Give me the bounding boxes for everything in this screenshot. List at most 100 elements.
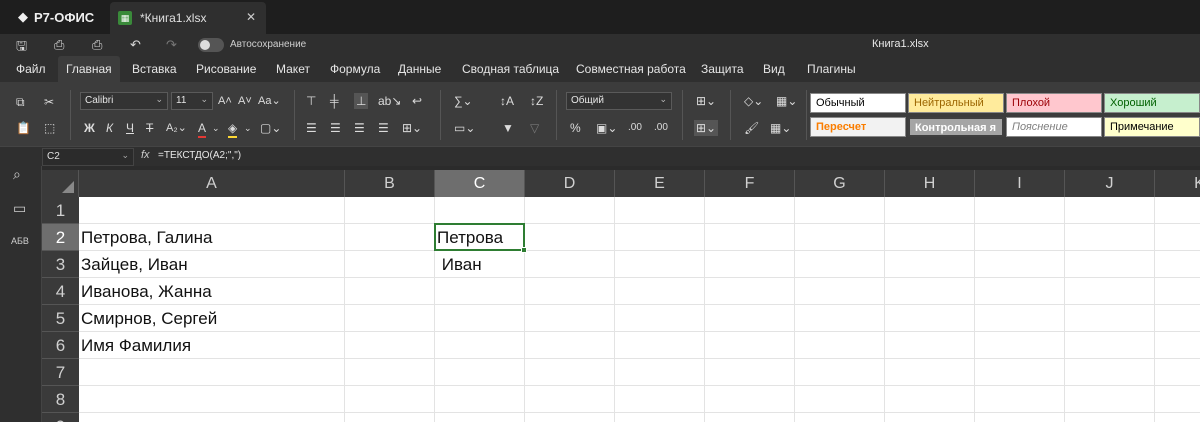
cell-g9[interactable]: [795, 413, 885, 422]
chevron-down-icon[interactable]: ⌄: [244, 120, 252, 136]
cell-b9[interactable]: [345, 413, 435, 422]
cell-a7[interactable]: [79, 359, 345, 386]
cell-d6[interactable]: [525, 332, 615, 359]
delete-cells-icon[interactable]: ⊞⌄: [694, 120, 719, 136]
row-header-1[interactable]: 1: [42, 197, 79, 224]
clear-filter-icon[interactable]: ▽: [530, 120, 539, 136]
cell-c1[interactable]: [435, 197, 525, 224]
cell-h5[interactable]: [885, 305, 975, 332]
column-header-e[interactable]: E: [615, 170, 705, 197]
cell-j4[interactable]: [1065, 278, 1155, 305]
row-header-7[interactable]: 7: [42, 359, 79, 386]
merge-cells-icon[interactable]: ⊞⌄: [402, 120, 422, 136]
cell-c8[interactable]: [435, 386, 525, 413]
increase-decimal-icon[interactable]: .00: [654, 120, 668, 136]
cell-f6[interactable]: [705, 332, 795, 359]
increase-font-icon[interactable]: A˄: [218, 93, 232, 109]
cell-k3[interactable]: [1155, 251, 1200, 278]
filter-icon[interactable]: ▼: [502, 120, 514, 136]
cell-i6[interactable]: [975, 332, 1065, 359]
cell-g4[interactable]: [795, 278, 885, 305]
cell-k8[interactable]: [1155, 386, 1200, 413]
style-bad[interactable]: Плохой: [1006, 93, 1102, 113]
cell-k9[interactable]: [1155, 413, 1200, 422]
cell-d9[interactable]: [525, 413, 615, 422]
font-name-select[interactable]: Calibri ⌄: [80, 92, 168, 110]
cell-e1[interactable]: [615, 197, 705, 224]
spellcheck-icon[interactable]: АБВ: [11, 236, 29, 246]
borders-icon[interactable]: ▢⌄: [260, 120, 281, 136]
spreadsheet-grid[interactable]: ABCDEFGHIJK 123456789 Петрова, Галина Пет…: [42, 170, 1200, 422]
cell-g1[interactable]: [795, 197, 885, 224]
cell-k1[interactable]: [1155, 197, 1200, 224]
tab-view[interactable]: Вид: [755, 56, 793, 82]
subscript-icon[interactable]: A₂⌄: [166, 120, 187, 136]
cell-a8[interactable]: [79, 386, 345, 413]
cell-c3[interactable]: Иван: [435, 251, 525, 278]
cell-h1[interactable]: [885, 197, 975, 224]
cell-j9[interactable]: [1065, 413, 1155, 422]
cell-f4[interactable]: [705, 278, 795, 305]
cell-h6[interactable]: [885, 332, 975, 359]
cell-b2[interactable]: [345, 224, 435, 251]
font-color-icon[interactable]: A: [198, 120, 207, 138]
column-header-b[interactable]: B: [345, 170, 435, 197]
cell-h7[interactable]: [885, 359, 975, 386]
cell-f7[interactable]: [705, 359, 795, 386]
style-normal[interactable]: Обычный: [810, 93, 906, 113]
align-middle-icon[interactable]: ╪: [330, 93, 339, 109]
tab-collaboration[interactable]: Совместная работа: [568, 56, 694, 82]
close-tab-icon[interactable]: ✕: [246, 10, 256, 24]
cell-h3[interactable]: [885, 251, 975, 278]
insert-cells-icon[interactable]: ⊞⌄: [696, 93, 716, 109]
cell-i2[interactable]: [975, 224, 1065, 251]
tab-home[interactable]: Главная: [58, 56, 120, 82]
cell-b1[interactable]: [345, 197, 435, 224]
column-header-g[interactable]: G: [795, 170, 885, 197]
cell-k4[interactable]: [1155, 278, 1200, 305]
column-header-k[interactable]: K: [1155, 170, 1200, 197]
style-good[interactable]: Хороший: [1104, 93, 1200, 113]
tab-formula[interactable]: Формула: [322, 56, 388, 82]
align-right-icon[interactable]: ☰: [354, 120, 365, 136]
cell-h9[interactable]: [885, 413, 975, 422]
cell-e9[interactable]: [615, 413, 705, 422]
column-header-a[interactable]: A: [79, 170, 345, 197]
tab-protection[interactable]: Защита: [693, 56, 752, 82]
cell-k7[interactable]: [1155, 359, 1200, 386]
align-left-icon[interactable]: ☰: [306, 120, 317, 136]
select-all-corner[interactable]: [42, 170, 79, 197]
cell-e3[interactable]: [615, 251, 705, 278]
tab-file[interactable]: Файл: [8, 56, 54, 82]
decrease-font-icon[interactable]: A˅: [238, 93, 252, 109]
cell-j1[interactable]: [1065, 197, 1155, 224]
cell-g6[interactable]: [795, 332, 885, 359]
italic-icon[interactable]: К: [106, 120, 113, 136]
row-header-3[interactable]: 3: [42, 251, 79, 278]
named-ranges-icon[interactable]: ▭⌄: [454, 120, 475, 136]
column-header-h[interactable]: H: [885, 170, 975, 197]
align-bottom-icon[interactable]: ⊥: [354, 93, 369, 109]
comments-icon[interactable]: ▭: [13, 200, 26, 217]
row-header-8[interactable]: 8: [42, 386, 79, 413]
fill-handle[interactable]: [521, 247, 527, 253]
conditional-format-icon[interactable]: ▦⌄: [776, 93, 797, 109]
cell-f9[interactable]: [705, 413, 795, 422]
autosave-toggle[interactable]: [198, 38, 224, 52]
cell-h2[interactable]: [885, 224, 975, 251]
column-header-j[interactable]: J: [1065, 170, 1155, 197]
cell-e2[interactable]: [615, 224, 705, 251]
cell-f1[interactable]: [705, 197, 795, 224]
align-center-icon[interactable]: ☰: [330, 120, 341, 136]
cell-j5[interactable]: [1065, 305, 1155, 332]
column-header-d[interactable]: D: [525, 170, 615, 197]
percent-icon[interactable]: %: [570, 120, 581, 136]
style-neutral[interactable]: Нейтральный: [908, 93, 1004, 113]
decrease-decimal-icon[interactable]: .00: [628, 120, 642, 136]
tab-pivot-table[interactable]: Сводная таблица: [454, 56, 567, 82]
cell-j7[interactable]: [1065, 359, 1155, 386]
cell-b6[interactable]: [345, 332, 435, 359]
cell-d7[interactable]: [525, 359, 615, 386]
column-header-f[interactable]: F: [705, 170, 795, 197]
bold-icon[interactable]: Ж: [84, 120, 95, 136]
